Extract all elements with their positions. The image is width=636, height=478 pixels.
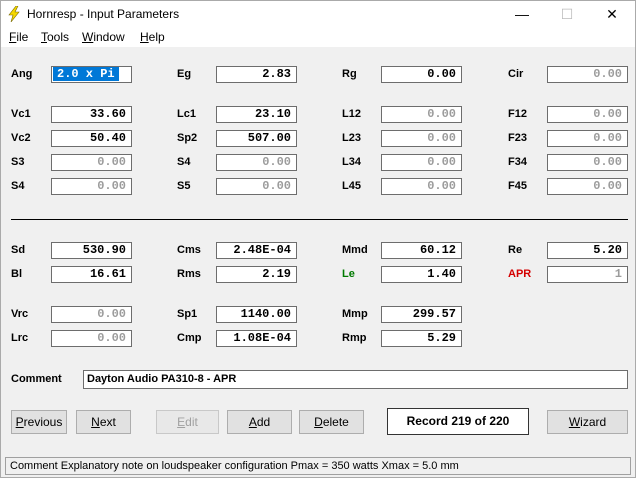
field-vrc[interactable]: 0.00 xyxy=(51,306,132,323)
label-f34: F34 xyxy=(508,156,527,168)
label-s3: S3 xyxy=(11,156,25,168)
label-l12: L12 xyxy=(342,108,361,120)
label-s5: S5 xyxy=(177,180,191,192)
label-f23: F23 xyxy=(508,132,527,144)
field-bl[interactable]: 16.61 xyxy=(51,266,132,283)
field-sd[interactable]: 530.90 xyxy=(51,242,132,259)
label-s4: S4 xyxy=(11,180,25,192)
label-l34: L34 xyxy=(342,156,361,168)
record-indicator: Record 219 of 220 xyxy=(387,408,529,435)
field-cms[interactable]: 2.48E-04 xyxy=(216,242,297,259)
add-button[interactable]: Add xyxy=(227,410,292,434)
field-cir[interactable]: 0.00 xyxy=(547,66,628,83)
next-button[interactable]: Next xyxy=(76,410,131,434)
label-rg: Rg xyxy=(342,68,357,80)
label-eg: Eg xyxy=(177,68,192,80)
window-title: Hornresp - Input Parameters xyxy=(27,7,180,21)
field-s4-upper[interactable]: 0.00 xyxy=(216,154,297,171)
status-bar: Comment Explanatory note on loudspeaker … xyxy=(5,457,631,475)
field-apr[interactable]: 1 xyxy=(547,266,628,283)
menu-help[interactable]: Help xyxy=(140,30,165,44)
field-f23[interactable]: 0.00 xyxy=(547,130,628,147)
minimize-button[interactable]: — xyxy=(499,1,545,27)
field-rg[interactable]: 0.00 xyxy=(381,66,462,83)
field-sp2[interactable]: 507.00 xyxy=(216,130,297,147)
field-f34[interactable]: 0.00 xyxy=(547,154,628,171)
wizard-button[interactable]: Wizard xyxy=(547,410,628,434)
menu-file[interactable]: File xyxy=(9,30,28,44)
label-cmp: Cmp xyxy=(177,332,202,344)
field-l23[interactable]: 0.00 xyxy=(381,130,462,147)
label-rmp: Rmp xyxy=(342,332,367,344)
section-divider xyxy=(11,219,628,220)
field-l45[interactable]: 0.00 xyxy=(381,178,462,195)
label-ang: Ang xyxy=(11,68,33,80)
label-mmp: Mmp xyxy=(342,308,368,320)
field-lrc[interactable]: 0.00 xyxy=(51,330,132,347)
label-comment: Comment xyxy=(11,373,62,385)
field-s5[interactable]: 0.00 xyxy=(216,178,297,195)
field-sp1[interactable]: 1140.00 xyxy=(216,306,297,323)
field-eg[interactable]: 2.83 xyxy=(216,66,297,83)
field-ang[interactable]: 2.0 x Pi xyxy=(51,66,132,83)
field-s4[interactable]: 0.00 xyxy=(51,178,132,195)
field-re[interactable]: 5.20 xyxy=(547,242,628,259)
label-s4-upper: S4 xyxy=(177,156,191,168)
field-cmp[interactable]: 1.08E-04 xyxy=(216,330,297,347)
label-f12: F12 xyxy=(508,108,527,120)
title-bar: Hornresp - Input Parameters — ☐ ✕ xyxy=(1,1,635,27)
label-re: Re xyxy=(508,244,523,256)
lightning-icon xyxy=(8,6,20,22)
field-l34[interactable]: 0.00 xyxy=(381,154,462,171)
main-window: Hornresp - Input Parameters — ☐ ✕ File T… xyxy=(0,0,636,478)
label-lc1: Lc1 xyxy=(177,108,196,120)
label-vc2: Vc2 xyxy=(11,132,31,144)
close-button[interactable]: ✕ xyxy=(589,1,635,27)
menu-window[interactable]: Window xyxy=(82,30,125,44)
delete-button[interactable]: Delete xyxy=(299,410,364,434)
previous-button[interactable]: Previous xyxy=(11,410,67,434)
label-vc1: Vc1 xyxy=(11,108,31,120)
label-sd: Sd xyxy=(11,244,26,256)
field-vc2[interactable]: 50.40 xyxy=(51,130,132,147)
field-mmd[interactable]: 60.12 xyxy=(381,242,462,259)
comment-input[interactable]: Dayton Audio PA310-8 - APR xyxy=(83,370,628,389)
label-apr: APR xyxy=(508,268,532,280)
label-lrc: Lrc xyxy=(11,332,29,344)
label-sp1: Sp1 xyxy=(177,308,198,320)
label-sp2: Sp2 xyxy=(177,132,198,144)
field-f12[interactable]: 0.00 xyxy=(547,106,628,123)
edit-button[interactable]: Edit xyxy=(156,410,219,434)
field-rmp[interactable]: 5.29 xyxy=(381,330,462,347)
field-rms[interactable]: 2.19 xyxy=(216,266,297,283)
field-le[interactable]: 1.40 xyxy=(381,266,462,283)
label-vrc: Vrc xyxy=(11,308,29,320)
label-rms: Rms xyxy=(177,268,201,280)
label-mmd: Mmd xyxy=(342,244,368,256)
label-l23: L23 xyxy=(342,132,361,144)
label-bl: Bl xyxy=(11,268,22,280)
field-f45[interactable]: 0.00 xyxy=(547,178,628,195)
field-mmp[interactable]: 299.57 xyxy=(381,306,462,323)
label-f45: F45 xyxy=(508,180,527,192)
menu-bar: File Tools Window Help xyxy=(1,27,635,47)
field-vc1[interactable]: 33.60 xyxy=(51,106,132,123)
field-lc1[interactable]: 23.10 xyxy=(216,106,297,123)
field-s3[interactable]: 0.00 xyxy=(51,154,132,171)
menu-tools[interactable]: Tools xyxy=(41,30,69,44)
maximize-button[interactable]: ☐ xyxy=(544,1,590,27)
label-le: Le xyxy=(342,268,355,280)
label-l45: L45 xyxy=(342,180,361,192)
label-cir: Cir xyxy=(508,68,524,80)
label-cms: Cms xyxy=(177,244,201,256)
field-l12[interactable]: 0.00 xyxy=(381,106,462,123)
